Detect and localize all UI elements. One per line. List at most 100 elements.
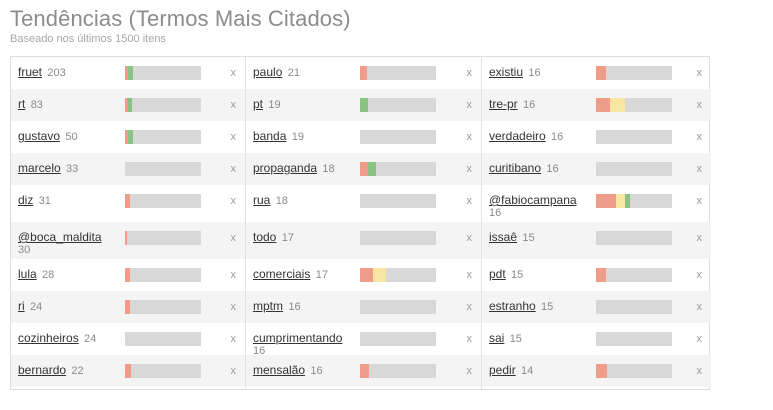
trend-term-link[interactable]: diz: [18, 193, 33, 207]
sentiment-bar: [360, 194, 436, 208]
trend-term: gustavo 50: [18, 130, 123, 144]
sentiment-bar: [360, 332, 436, 346]
remove-term-button[interactable]: x: [467, 67, 473, 79]
sentiment-bar: [596, 268, 672, 282]
trend-count: 24: [30, 301, 43, 313]
trend-count: 203: [47, 67, 66, 79]
trend-row: propaganda 18 x: [246, 153, 481, 185]
trend-count: 16: [288, 301, 301, 313]
remove-term-button[interactable]: x: [697, 67, 703, 79]
trend-term-link[interactable]: sai: [489, 331, 504, 345]
trend-term-link[interactable]: lula: [18, 267, 37, 281]
trend-term-link[interactable]: estranho: [489, 299, 536, 313]
remove-term-button[interactable]: x: [231, 67, 237, 79]
sentiment-bar: [360, 66, 436, 80]
remove-term-button[interactable]: x: [697, 333, 703, 345]
trend-term: @boca_maldita 30: [18, 231, 123, 257]
trend-term: diz 31: [18, 194, 123, 208]
sentiment-bar: [360, 162, 436, 176]
remove-term-button[interactable]: x: [231, 99, 237, 111]
trend-term: mensalão 16: [253, 364, 358, 378]
trend-term: cozinheiros 24: [18, 332, 123, 346]
trend-term: verdadeiro 16: [489, 130, 594, 144]
trend-term-link[interactable]: banda: [253, 129, 286, 143]
remove-term-button[interactable]: x: [467, 301, 473, 313]
remove-term-button[interactable]: x: [231, 333, 237, 345]
remove-term-button[interactable]: x: [231, 195, 237, 207]
trend-term: fruet 203: [18, 66, 123, 80]
remove-term-button[interactable]: x: [231, 163, 237, 175]
remove-term-button[interactable]: x: [467, 232, 473, 244]
trend-term-link[interactable]: mptm: [253, 299, 283, 313]
trend-term-link[interactable]: ri: [18, 299, 25, 313]
remove-term-button[interactable]: x: [231, 365, 237, 377]
trend-term-link[interactable]: rt: [18, 97, 25, 111]
trend-term-link[interactable]: bernardo: [18, 363, 66, 377]
remove-term-button[interactable]: x: [467, 365, 473, 377]
trend-term-link[interactable]: existiu: [489, 65, 523, 79]
remove-term-button[interactable]: x: [231, 131, 237, 143]
trend-term-link[interactable]: pt: [253, 97, 263, 111]
remove-term-button[interactable]: x: [231, 269, 237, 281]
remove-term-button[interactable]: x: [231, 232, 237, 244]
trend-term-link[interactable]: rua: [253, 193, 270, 207]
trend-row: @fabiocampana 16 x: [482, 185, 711, 222]
trend-count: 16: [546, 163, 559, 175]
remove-term-button[interactable]: x: [231, 301, 237, 313]
sentiment-segment-red: [596, 194, 616, 208]
trend-term-link[interactable]: cumprimentando: [253, 331, 342, 345]
remove-term-button[interactable]: x: [697, 131, 703, 143]
remove-term-button[interactable]: x: [697, 163, 703, 175]
trend-row: estranho 15 x: [482, 291, 711, 323]
remove-term-button[interactable]: x: [467, 163, 473, 175]
trend-term: pt 19: [253, 98, 358, 112]
remove-term-button[interactable]: x: [467, 195, 473, 207]
trend-count: 15: [511, 269, 524, 281]
sentiment-bar: [596, 231, 672, 245]
trend-term-link[interactable]: pedir: [489, 363, 516, 377]
remove-term-button[interactable]: x: [697, 232, 703, 244]
sentiment-bar: [596, 300, 672, 314]
trend-term-link[interactable]: comerciais: [253, 267, 310, 281]
remove-term-button[interactable]: x: [697, 365, 703, 377]
trend-row: banda 19 x: [246, 121, 481, 153]
sentiment-bar: [125, 268, 201, 282]
sentiment-segment-red: [125, 231, 127, 245]
trend-term-link[interactable]: marcelo: [18, 161, 61, 175]
trend-term-link[interactable]: @fabiocampana: [489, 193, 577, 207]
trend-term-link[interactable]: paulo: [253, 65, 282, 79]
trend-term: estranho 15: [489, 300, 594, 314]
trend-term: todo 17: [253, 231, 358, 245]
trend-term-link[interactable]: verdadeiro: [489, 129, 546, 143]
sentiment-segment-yellow: [373, 268, 386, 282]
trend-term-link[interactable]: tre-pr: [489, 97, 518, 111]
remove-term-button[interactable]: x: [467, 333, 473, 345]
remove-term-button[interactable]: x: [467, 131, 473, 143]
trend-count: 15: [509, 333, 522, 345]
sentiment-segment-red: [125, 194, 130, 208]
trend-term-link[interactable]: curitibano: [489, 161, 541, 175]
trend-term-link[interactable]: issaê: [489, 230, 517, 244]
remove-term-button[interactable]: x: [467, 269, 473, 281]
trend-term-link[interactable]: fruet: [18, 65, 42, 79]
sentiment-bar: [125, 98, 201, 112]
sentiment-bar: [596, 364, 672, 378]
trend-term-link[interactable]: pdt: [489, 267, 506, 281]
remove-term-button[interactable]: x: [697, 269, 703, 281]
trend-row: rt 83 x: [11, 89, 245, 121]
trend-term-link[interactable]: @boca_maldita: [18, 230, 102, 244]
remove-term-button[interactable]: x: [697, 99, 703, 111]
trend-count: 16: [528, 67, 541, 79]
trend-row: pdt 15 x: [482, 259, 711, 291]
trend-row: cozinheiros 24 x: [11, 323, 245, 355]
remove-term-button[interactable]: x: [697, 195, 703, 207]
trend-term-link[interactable]: todo: [253, 230, 276, 244]
trend-term-link[interactable]: gustavo: [18, 129, 60, 143]
sentiment-segment-green: [625, 194, 630, 208]
remove-term-button[interactable]: x: [697, 301, 703, 313]
trend-term-link[interactable]: propaganda: [253, 161, 317, 175]
sentiment-segment-yellow: [610, 98, 625, 112]
trend-term-link[interactable]: mensalão: [253, 363, 305, 377]
trend-term-link[interactable]: cozinheiros: [18, 331, 79, 345]
remove-term-button[interactable]: x: [467, 99, 473, 111]
